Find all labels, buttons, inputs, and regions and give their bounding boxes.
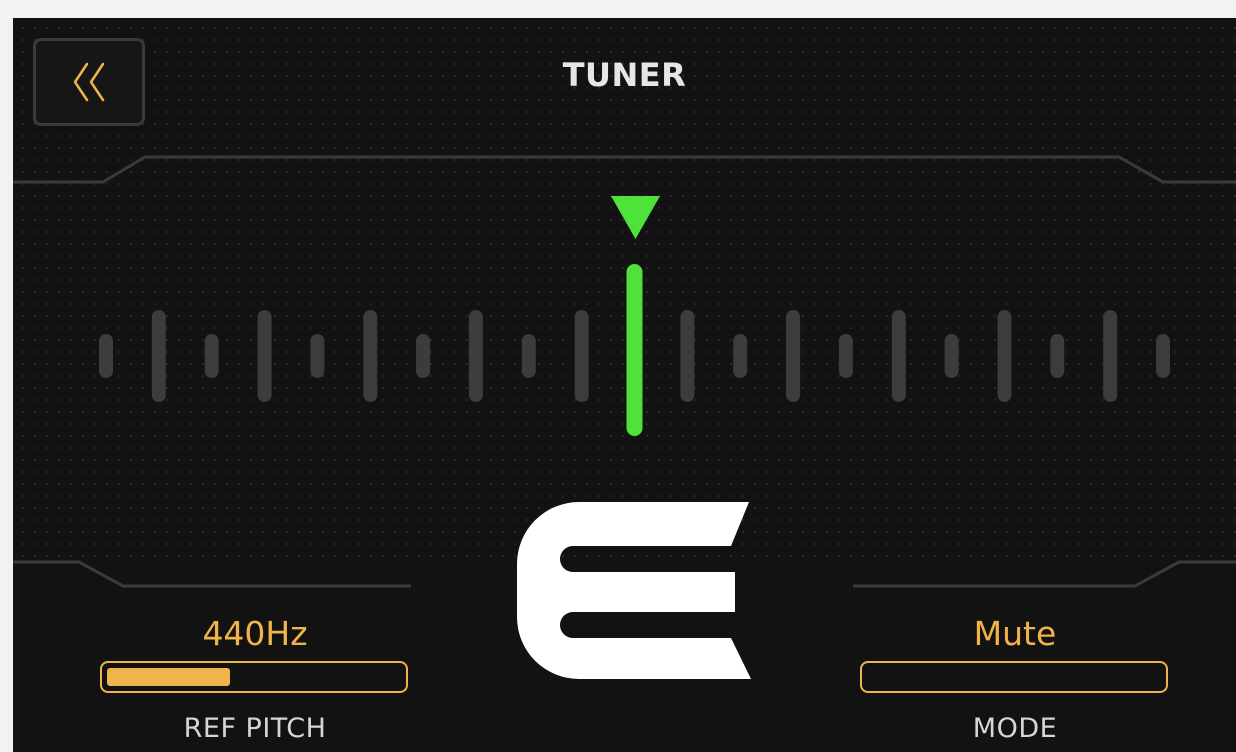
tuner-tick <box>891 310 906 402</box>
tuner-tick <box>468 310 483 402</box>
mode-selector[interactable] <box>860 661 1168 693</box>
tuner-tick <box>310 334 325 378</box>
ref-pitch-value: 440Hz <box>202 614 308 653</box>
tuner-center-needle <box>626 264 643 436</box>
tuner-meter <box>99 196 1170 436</box>
tuner-tick <box>1156 334 1170 378</box>
page-title: TUNER <box>562 56 687 94</box>
tuner-tick <box>99 334 113 378</box>
tuner-tick <box>521 334 536 378</box>
lower-left-frame-line <box>13 560 411 588</box>
tuner-tick <box>257 310 272 402</box>
tuner-tick <box>363 310 378 402</box>
tuner-tick <box>1103 310 1118 402</box>
ref-pitch-label: REF PITCH <box>183 713 327 744</box>
note-letter-E: E <box>517 502 751 679</box>
tuner-tick <box>838 334 853 378</box>
upper-frame-line <box>13 155 1236 184</box>
tuner-tick <box>786 310 801 402</box>
lower-right-frame-line <box>853 560 1236 588</box>
tuner-tick <box>997 310 1012 402</box>
tuner-tick <box>733 334 748 378</box>
tuner-tick <box>944 334 959 378</box>
tuner-screen: TUNER E 440Hz REF PITCH Mute MODE <box>13 18 1236 752</box>
tuner-tick <box>151 310 166 402</box>
triangle-down-icon <box>611 196 660 239</box>
mode-value: Mute <box>973 614 1057 653</box>
tuner-tick <box>680 310 695 402</box>
ref-pitch-slider-fill <box>107 668 230 686</box>
tuner-tick <box>1050 334 1065 378</box>
mode-label: MODE <box>972 713 1058 744</box>
ref-pitch-slider[interactable] <box>100 661 408 693</box>
tuner-tick <box>574 310 589 402</box>
tuner-tick <box>416 334 431 378</box>
tuner-tick <box>204 334 219 378</box>
